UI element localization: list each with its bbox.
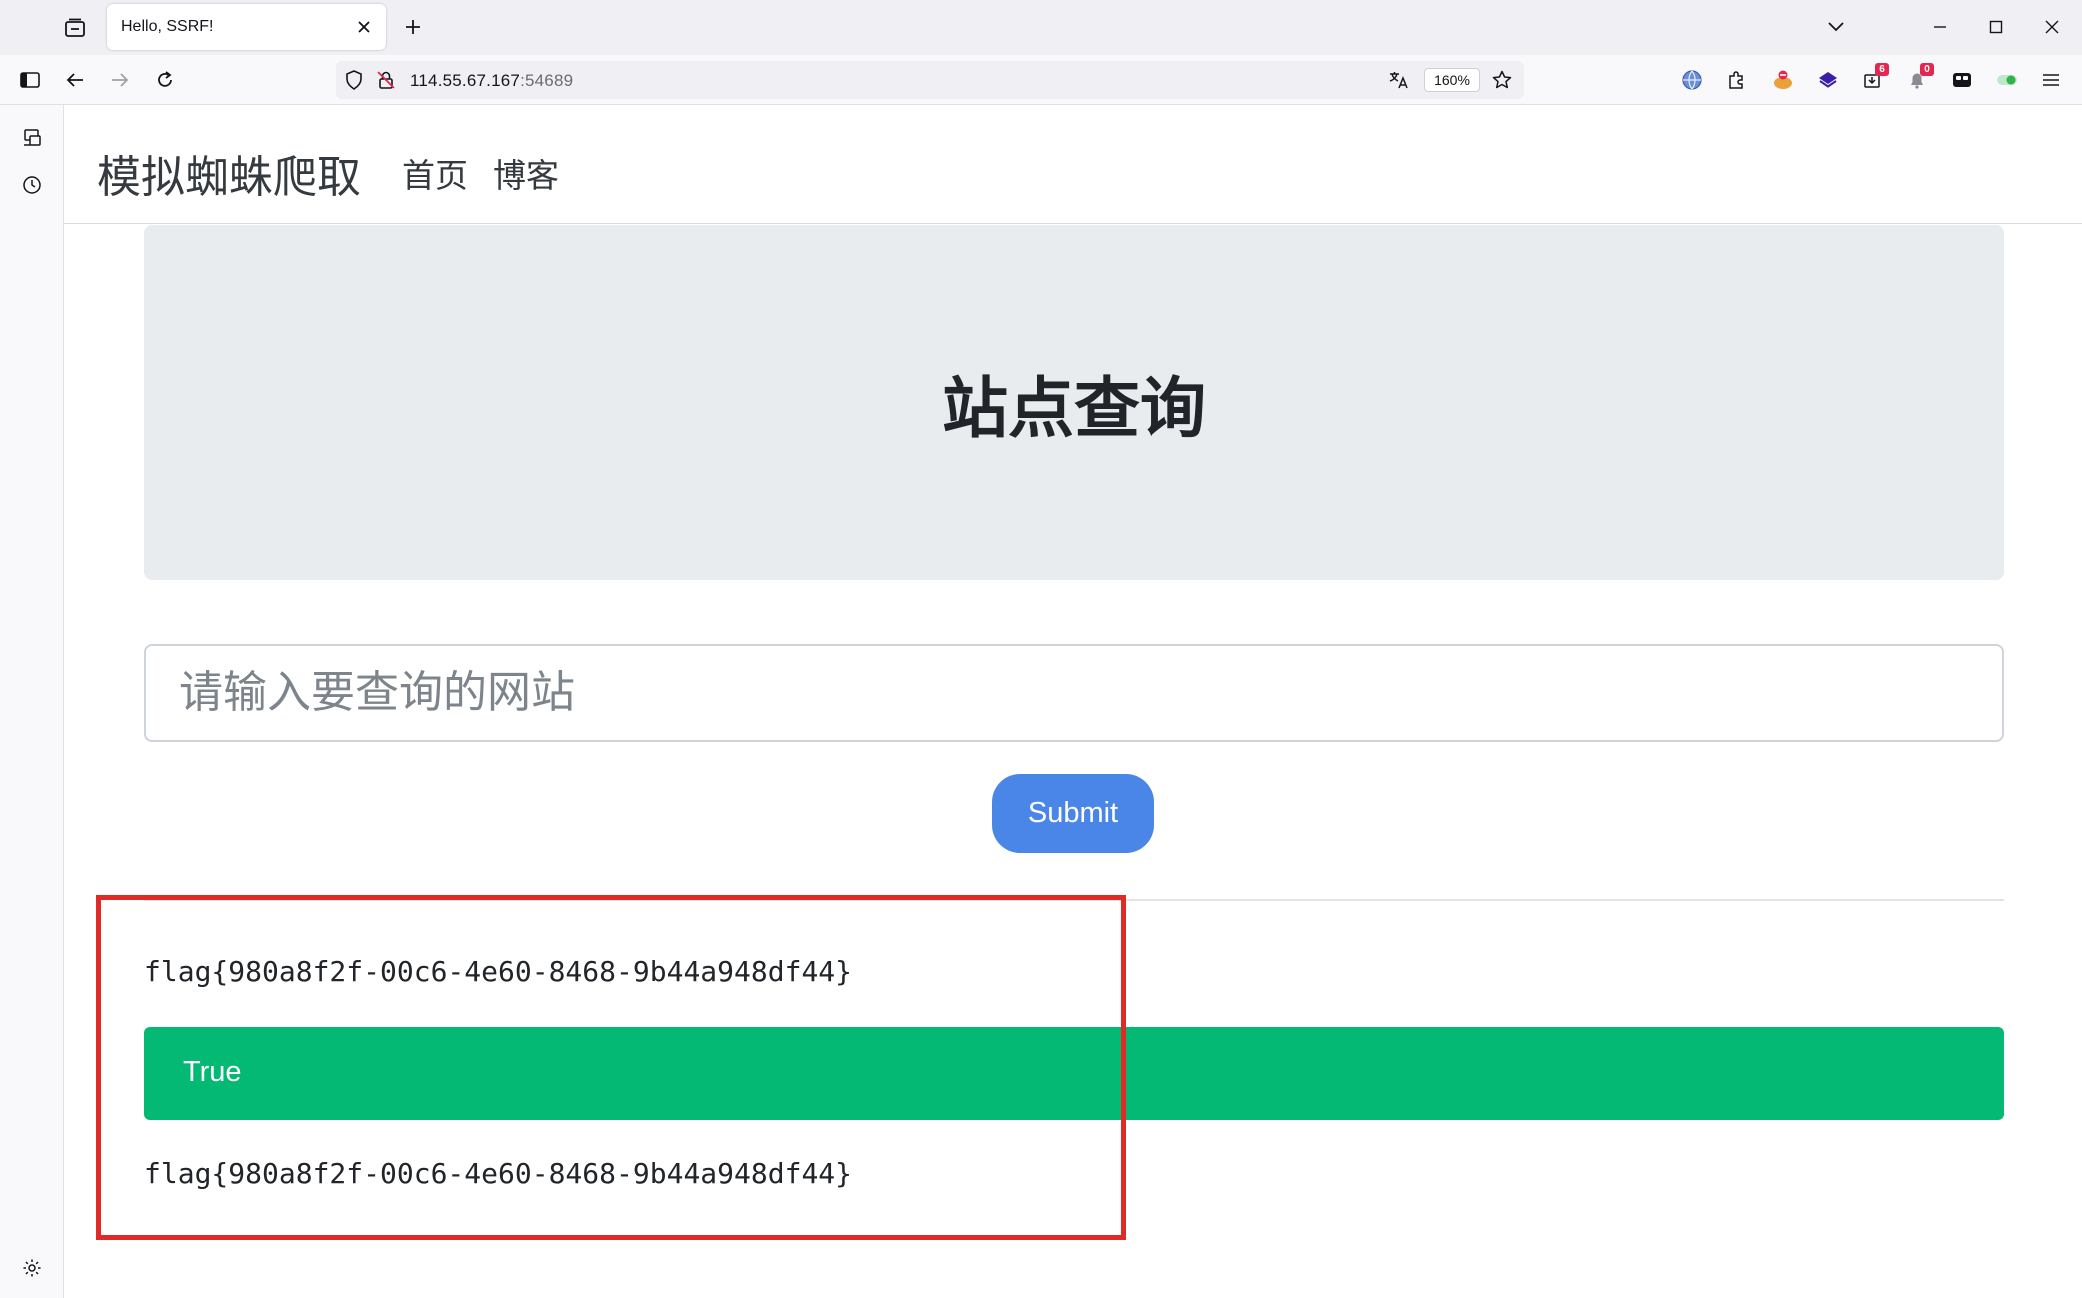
close-icon (358, 21, 370, 33)
browser-sidebar (0, 105, 64, 1298)
zoom-level-button[interactable]: 160% (1424, 68, 1480, 92)
extension-bell[interactable]: 0 (1904, 63, 1934, 93)
app-menu-button[interactable] (2038, 67, 2064, 93)
translate-icon (1389, 72, 1408, 89)
new-tab-button[interactable] (398, 12, 428, 42)
annotation-highlight-box (96, 895, 1126, 1240)
tab-list-icon (65, 18, 85, 37)
sidebar-toggle-button[interactable] (14, 64, 46, 96)
sidebar-settings[interactable] (19, 1255, 45, 1281)
site-info-button[interactable] (375, 69, 397, 91)
sidebar-synced-tabs[interactable] (19, 125, 45, 151)
jumbotron: 站点查询 (144, 225, 2004, 580)
maximize-icon (1989, 20, 2003, 34)
back-button[interactable] (59, 64, 91, 96)
shield-icon (346, 70, 362, 90)
extension-badge: 0 (1920, 63, 1934, 76)
cookie-icon (1774, 70, 1792, 89)
url-host: 114.55.67.167 (410, 71, 521, 90)
close-icon (2045, 20, 2059, 34)
extension-mask[interactable] (1949, 67, 1975, 93)
site-brand[interactable]: 模拟蜘蛛爬取 (97, 141, 361, 205)
minimize-button[interactable] (1924, 12, 1956, 42)
back-arrow-icon (66, 73, 83, 87)
submit-button[interactable]: Submit (992, 774, 1154, 853)
sidebar-toggle-icon (20, 72, 40, 88)
extension-badge: 6 (1875, 63, 1889, 76)
puzzle-icon (1729, 71, 1743, 89)
chevron-down-icon (1828, 22, 1844, 32)
navigation-toolbar: 114.55.67.167:54689 160% 6 0 (0, 55, 2082, 105)
extension-globe[interactable] (1679, 67, 1705, 93)
reload-icon (158, 71, 172, 87)
bookmark-button[interactable] (1491, 69, 1513, 91)
nav-link-blog[interactable]: 博客 (493, 149, 559, 197)
maximize-button[interactable] (1980, 12, 2012, 42)
extensions-button[interactable] (1724, 67, 1750, 93)
extension-layers[interactable] (1815, 67, 1841, 93)
extension-download[interactable]: 6 (1859, 63, 1889, 93)
active-tab[interactable]: Hello, SSRF! (107, 4, 386, 50)
site-navbar: 模拟蜘蛛爬取 首页 博客 (64, 105, 2082, 224)
globe-icon (1682, 70, 1702, 90)
site-url-input[interactable] (144, 644, 2004, 742)
settings-icon (23, 1259, 41, 1277)
url-port: :54689 (520, 71, 574, 90)
layers-icon (1819, 72, 1837, 88)
star-icon (1492, 70, 1512, 89)
tab-bar: Hello, SSRF! (0, 0, 2082, 55)
tab-title: Hello, SSRF! (121, 18, 214, 35)
list-all-tabs-button[interactable] (1820, 12, 1852, 42)
mask-icon (1953, 73, 1971, 87)
reload-button[interactable] (149, 64, 181, 96)
minimize-icon (1934, 26, 1946, 28)
tracking-protection-button[interactable] (343, 69, 365, 91)
sidebar-history[interactable] (19, 172, 45, 198)
address-bar[interactable]: 114.55.67.167:54689 160% (336, 61, 1524, 99)
extension-cookie[interactable] (1770, 67, 1796, 93)
tab-close-button[interactable] (352, 15, 376, 39)
url-text[interactable]: 114.55.67.167:54689 (410, 71, 573, 91)
synced-tabs-icon (24, 129, 41, 146)
insecure-lock-icon (377, 71, 395, 89)
forward-arrow-icon (112, 73, 129, 87)
page-title: 站点查询 (942, 370, 1206, 445)
forward-button[interactable] (104, 64, 136, 96)
plus-icon (406, 20, 420, 34)
history-icon (23, 176, 41, 194)
tab-list-button[interactable] (58, 14, 92, 42)
nav-link-home[interactable]: 首页 (402, 149, 468, 197)
toggle-icon (1997, 75, 2017, 85)
translate-button[interactable] (1388, 69, 1410, 91)
menu-icon (2043, 74, 2059, 86)
window-close-button[interactable] (2036, 12, 2068, 42)
extension-toggle[interactable] (1994, 67, 2020, 93)
